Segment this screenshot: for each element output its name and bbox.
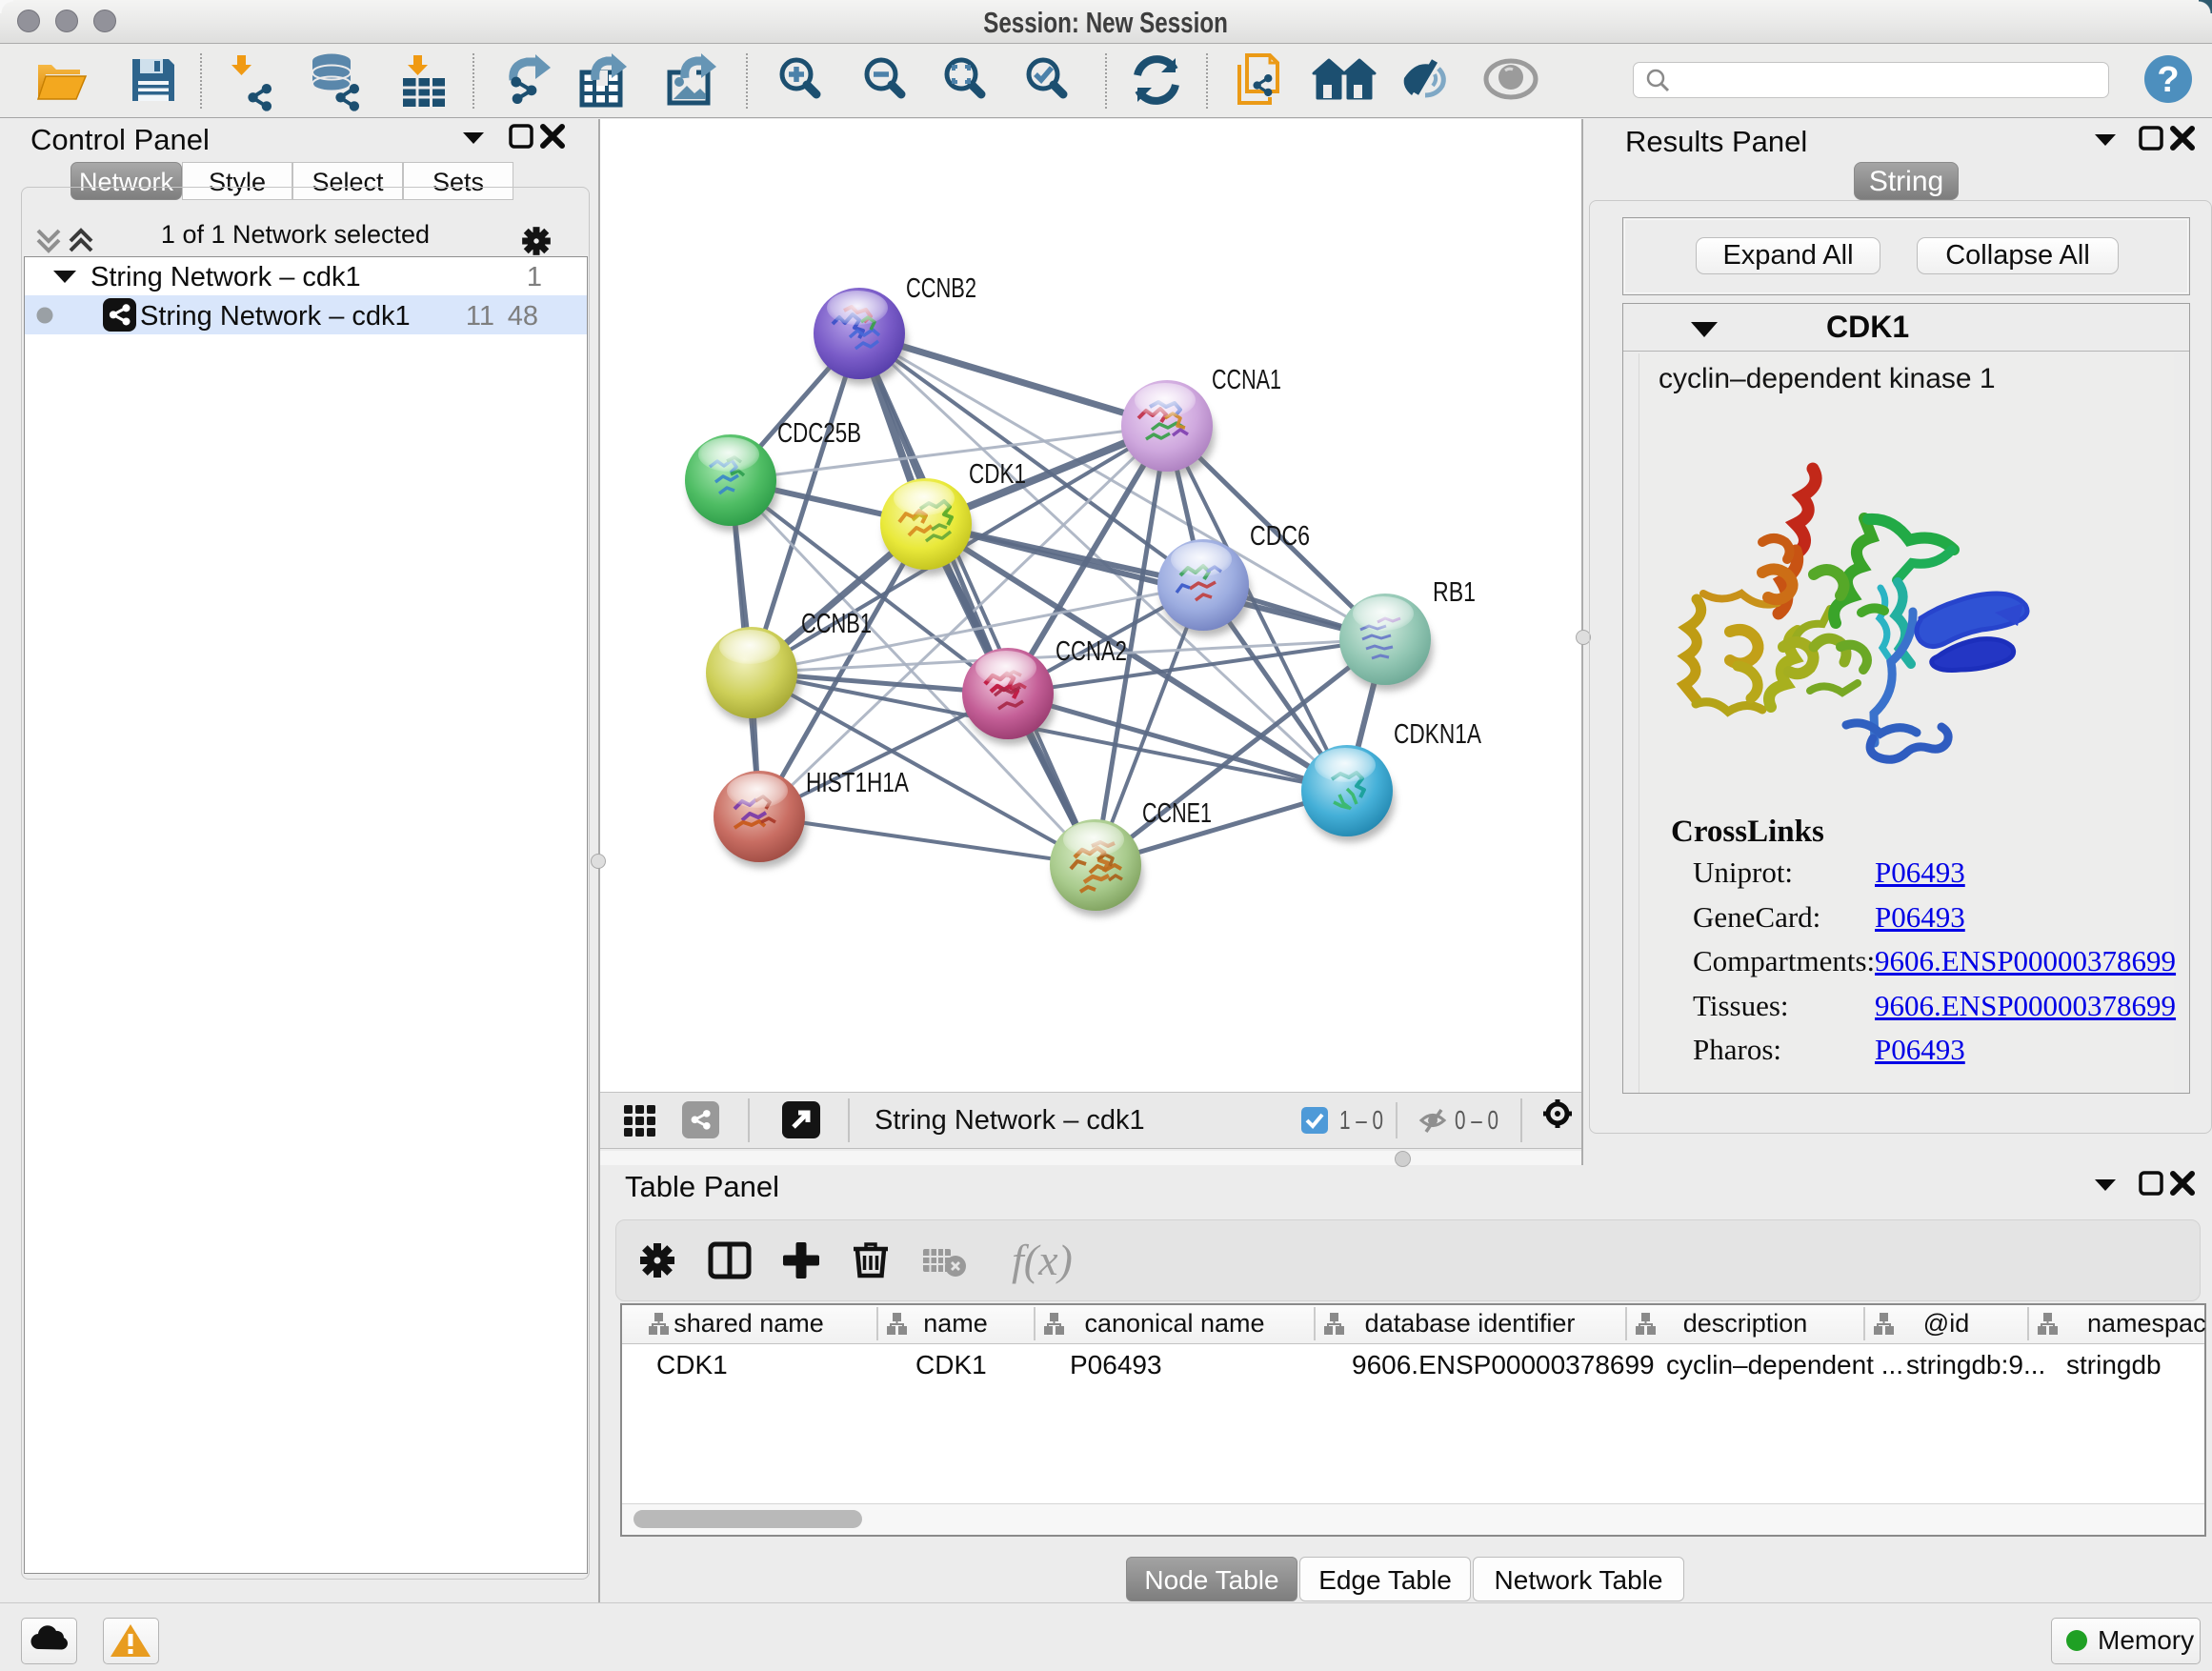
svg-text:String Network – cdk1: String Network – cdk1 [875,1105,1145,1136]
svg-text:CCNB2: CCNB2 [906,273,976,304]
svg-text:canonical name: canonical name [1084,1309,1264,1338]
svg-text:CDC25B: CDC25B [777,418,861,449]
svg-text:database identifier: database identifier [1365,1309,1576,1338]
svg-text:CDKN1A: CDKN1A [1394,719,1482,750]
svg-text:CCNB1: CCNB1 [801,609,872,639]
svg-text:CDK1: CDK1 [969,459,1026,490]
svg-text:HIST1H1A: HIST1H1A [806,768,910,798]
svg-text:Memory: Memory [2098,1625,2194,1655]
svg-text:f(x): f(x) [1012,1236,1073,1284]
svg-text:?: ? [2157,60,2179,100]
svg-text:CCNA1: CCNA1 [1212,365,1281,395]
svg-text:0 – 0: 0 – 0 [1455,1105,1498,1135]
svg-text:shared name: shared name [674,1309,824,1338]
svg-text:name: name [923,1309,988,1338]
svg-text:CCNE1: CCNE1 [1142,798,1212,829]
svg-text:CCNA2: CCNA2 [1056,636,1127,667]
svg-text:1 – 0: 1 – 0 [1339,1105,1383,1135]
svg-text:@id: @id [1923,1309,1969,1338]
svg-text:RB1: RB1 [1433,577,1476,608]
svg-text:namespac: namespac [2087,1309,2206,1338]
svg-text:description: description [1683,1309,1808,1338]
svg-text:CDC6: CDC6 [1250,521,1310,552]
